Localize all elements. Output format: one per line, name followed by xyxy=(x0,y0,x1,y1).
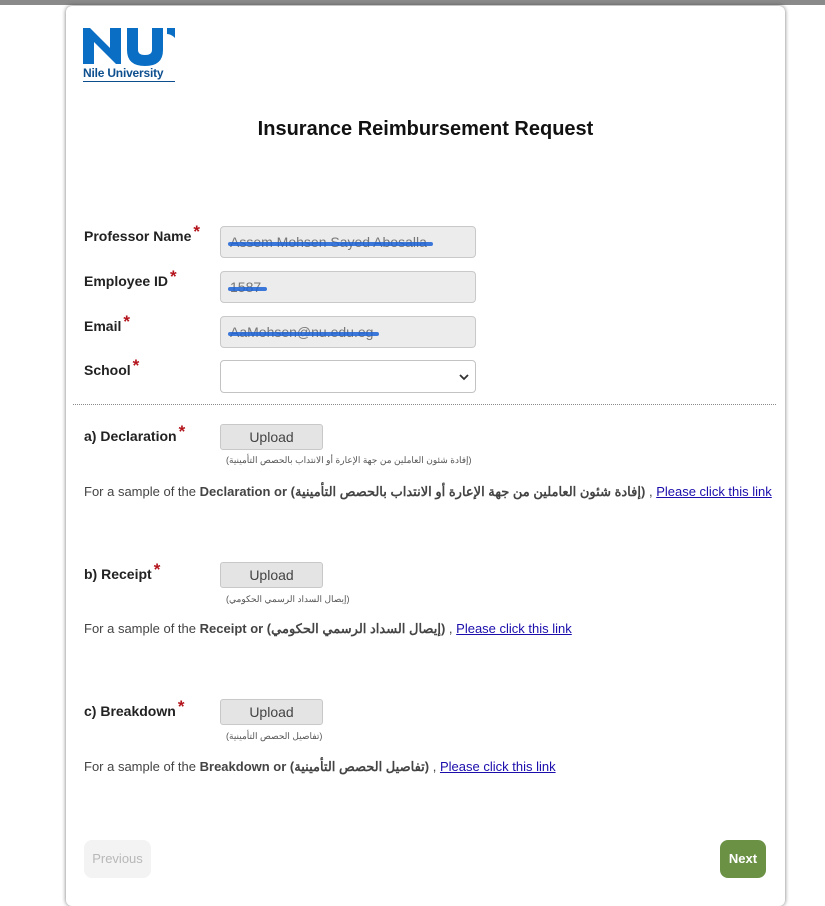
receipt-label: b) Receipt * xyxy=(84,560,160,584)
breakdown-upload-button[interactable]: Upload xyxy=(220,699,323,725)
required-asterisk: * xyxy=(178,422,186,441)
sample-separator: , xyxy=(448,621,453,636)
required-asterisk: * xyxy=(132,356,140,375)
required-asterisk: * xyxy=(177,697,185,716)
professor-name-label: Professor Name * xyxy=(84,222,200,246)
next-button[interactable]: Next xyxy=(720,840,766,878)
logo-text: Nile University xyxy=(83,66,175,82)
sample-bold: Declaration or (إفادة شئون العاملين من ج… xyxy=(199,484,646,499)
receipt-hint: (إيصال السداد الرسمي الحكومي) xyxy=(226,594,350,604)
breakdown-label: c) Breakdown * xyxy=(84,697,184,721)
email-label-text: Email xyxy=(84,318,122,334)
email-value: AaMohsen@nu.edu.eg xyxy=(227,324,380,340)
receipt-upload-button[interactable]: Upload xyxy=(220,562,323,588)
breakdown-hint: (تفاصيل الحصص التأمينية) xyxy=(226,731,323,741)
employee-id-label: Employee ID * xyxy=(84,267,177,291)
required-asterisk: * xyxy=(153,560,161,579)
school-label: School * xyxy=(84,356,139,380)
breakdown-sample-link[interactable]: Please click this link xyxy=(440,759,556,774)
browser-top-bar xyxy=(0,0,825,5)
receipt-label-text: b) Receipt xyxy=(84,566,152,582)
declaration-sample-link[interactable]: Please click this link xyxy=(656,484,772,499)
sample-prefix: For a sample of the xyxy=(84,621,196,636)
professor-name-field[interactable]: Assem Mohsen Sayed Abosalla xyxy=(220,226,476,258)
sample-bold: Breakdown or (تفاصيل الحصص التأمينية) xyxy=(199,759,430,774)
previous-button[interactable]: Previous xyxy=(84,840,151,878)
sample-prefix: For a sample of the xyxy=(84,759,196,774)
declaration-label-text: a) Declaration xyxy=(84,428,177,444)
page-title: Insurance Reimbursement Request xyxy=(257,118,594,140)
breakdown-label-text: c) Breakdown xyxy=(84,703,176,719)
employee-id-field[interactable]: 1587 xyxy=(220,271,476,303)
declaration-label: a) Declaration * xyxy=(84,422,185,446)
nu-logo-icon xyxy=(83,28,175,66)
receipt-sample-link[interactable]: Please click this link xyxy=(456,621,572,636)
professor-name-value: Assem Mohsen Sayed Abosalla xyxy=(228,234,433,250)
employee-id-value: 1587 xyxy=(227,279,268,295)
breakdown-sample-text: For a sample of the Breakdown or (تفاصيل… xyxy=(84,759,556,775)
sample-separator: , xyxy=(648,484,653,499)
declaration-sample-text: For a sample of the Declaration or (إفاد… xyxy=(84,484,772,500)
receipt-sample-text: For a sample of the Receipt or (إيصال ال… xyxy=(84,621,572,637)
declaration-upload-button[interactable]: Upload xyxy=(220,424,323,450)
required-asterisk: * xyxy=(170,267,177,286)
sample-prefix: For a sample of the xyxy=(84,484,196,499)
section-divider xyxy=(73,404,776,405)
professor-name-label-text: Professor Name xyxy=(84,228,192,244)
chevron-down-icon xyxy=(459,374,469,381)
nile-university-logo: Nile University xyxy=(83,20,175,84)
declaration-hint: (إفادة شئون العاملين من جهة الإعارة أو ا… xyxy=(226,455,472,465)
required-asterisk: * xyxy=(123,312,130,331)
employee-id-label-text: Employee ID xyxy=(84,273,169,289)
school-label-text: School xyxy=(84,362,131,378)
form-card: Nile University Insurance Reimbursement … xyxy=(66,6,785,906)
school-select[interactable] xyxy=(220,360,476,393)
required-asterisk: * xyxy=(193,222,201,241)
sample-bold: Receipt or (إيصال السداد الرسمي الحكومي) xyxy=(199,621,446,636)
sample-separator: , xyxy=(432,759,437,774)
email-label: Email * xyxy=(84,312,130,336)
email-field[interactable]: AaMohsen@nu.edu.eg xyxy=(220,316,476,348)
